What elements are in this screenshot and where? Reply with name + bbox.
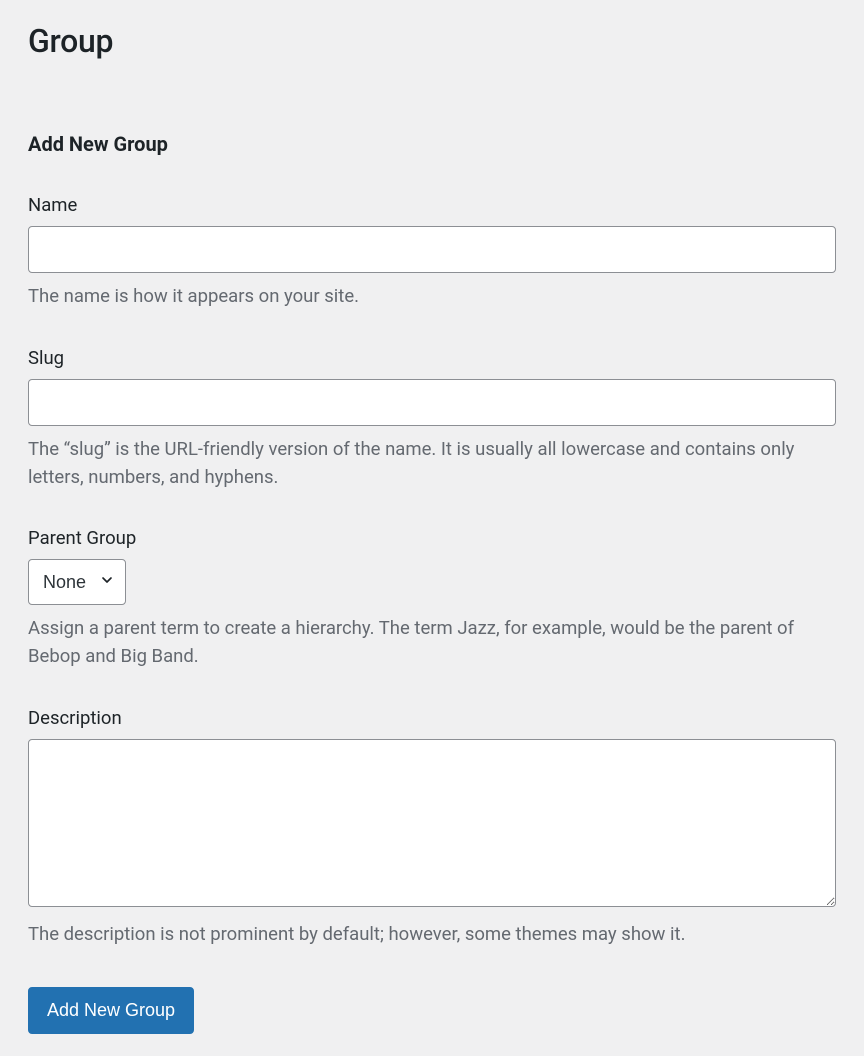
slug-field-group: Slug The “slug” is the URL-friendly vers… — [28, 347, 836, 492]
slug-help-text: The “slug” is the URL-friendly version o… — [28, 436, 836, 492]
parent-select[interactable]: None — [28, 559, 126, 605]
parent-label: Parent Group — [28, 527, 836, 549]
add-new-group-button[interactable]: Add New Group — [28, 987, 194, 1034]
page-title: Group — [28, 22, 836, 60]
description-field-group: Description The description is not promi… — [28, 707, 836, 949]
name-label: Name — [28, 194, 836, 216]
parent-field-group: Parent Group None Assign a parent term t… — [28, 527, 836, 671]
description-textarea[interactable] — [28, 739, 836, 907]
parent-help-text: Assign a parent term to create a hierarc… — [28, 615, 836, 671]
description-label: Description — [28, 707, 836, 729]
name-field-group: Name The name is how it appears on your … — [28, 194, 836, 311]
description-help-text: The description is not prominent by defa… — [28, 921, 836, 949]
slug-label: Slug — [28, 347, 836, 369]
name-help-text: The name is how it appears on your site. — [28, 283, 836, 311]
name-input[interactable] — [28, 226, 836, 273]
slug-input[interactable] — [28, 379, 836, 426]
form-title: Add New Group — [28, 132, 836, 156]
